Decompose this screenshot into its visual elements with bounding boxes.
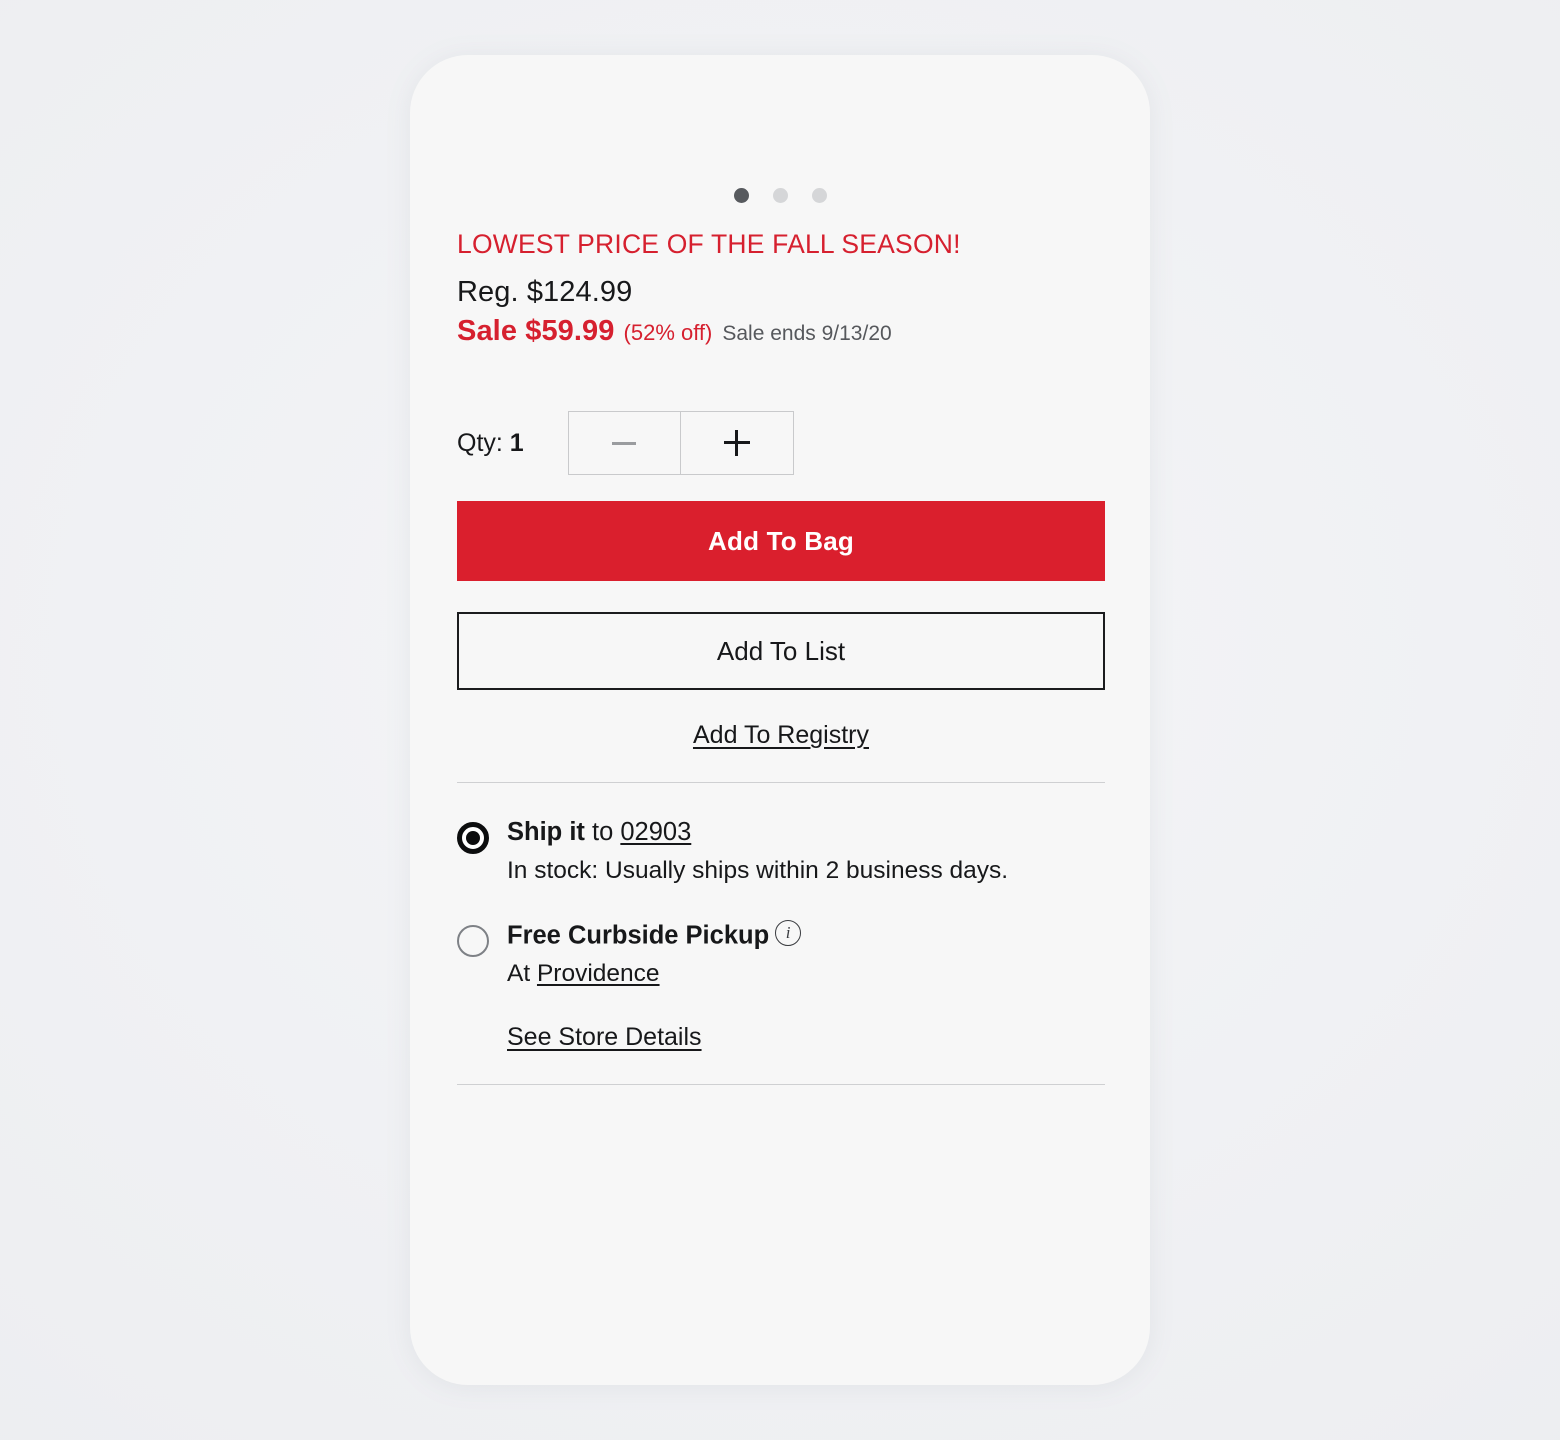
pickup-option-body: Free Curbside Pickup i At Providence [507, 919, 1105, 993]
sale-end-date: Sale ends 9/13/20 [722, 322, 892, 346]
plus-icon [723, 430, 750, 457]
pickup-option-title: Free Curbside Pickup i [507, 919, 1105, 952]
ship-option-body: Ship it to 02903 In stock: Usually ships… [507, 817, 1105, 890]
ship-stock-status: In stock: Usually ships within 2 busines… [507, 857, 1009, 885]
quantity-stepper [567, 411, 794, 476]
quantity-decrease-button[interactable] [569, 412, 681, 475]
divider-top [457, 782, 1105, 784]
quantity-value: 1 [509, 428, 524, 457]
carousel-dot-3[interactable] [811, 188, 827, 203]
ship-it-label: Ship it [507, 818, 585, 847]
add-to-bag-button[interactable]: Add To Bag [457, 501, 1105, 582]
ship-zip-link[interactable]: 02903 [620, 818, 691, 846]
phone-mockup-card: LOWEST PRICE OF THE FALL SEASON! Reg. $1… [410, 55, 1150, 1385]
add-to-registry-link[interactable]: Add To Registry [457, 721, 1105, 750]
pickup-store-line: At Providence [507, 956, 1105, 993]
radio-ship-it[interactable] [457, 822, 489, 855]
add-to-list-button[interactable]: Add To List [457, 612, 1105, 691]
quantity-increase-button[interactable] [681, 412, 793, 474]
see-store-details-link[interactable]: See Store Details [507, 1023, 702, 1052]
radio-curbside-pickup[interactable] [457, 924, 489, 957]
product-purchase-panel: LOWEST PRICE OF THE FALL SEASON! Reg. $1… [457, 229, 1105, 1085]
carousel-dots [410, 188, 1150, 203]
sale-price: Sale $59.99 [457, 315, 615, 348]
divider-bottom [457, 1083, 1105, 1085]
regular-price: Reg. $124.99 [457, 276, 633, 309]
ship-to-text: to [584, 818, 621, 847]
fulfillment-option-ship[interactable]: Ship it to 02903 In stock: Usually ships… [457, 817, 1105, 890]
ship-option-title: Ship it to 02903 [507, 817, 1105, 849]
promo-headline: LOWEST PRICE OF THE FALL SEASON! [457, 229, 961, 259]
curbside-pickup-label: Free Curbside Pickup [507, 921, 770, 950]
pickup-at-prefix: At [507, 960, 537, 988]
minus-icon [612, 441, 637, 445]
discount-percent: (52% off) [623, 320, 713, 346]
quantity-label: Qty: 1 [457, 429, 524, 458]
fulfillment-options: Ship it to 02903 In stock: Usually ships… [457, 817, 1105, 1052]
pickup-store-link[interactable]: Providence [537, 960, 660, 987]
quantity-label-prefix: Qty: [457, 428, 510, 457]
carousel-dot-1[interactable] [733, 188, 749, 203]
fulfillment-option-pickup[interactable]: Free Curbside Pickup i At Providence [457, 919, 1105, 993]
quantity-row: Qty: 1 [457, 410, 1105, 476]
carousel-dot-2[interactable] [772, 188, 788, 203]
info-icon[interactable]: i [775, 919, 802, 946]
sale-price-line: Sale $59.99 (52% off) Sale ends 9/13/20 [457, 315, 1105, 348]
